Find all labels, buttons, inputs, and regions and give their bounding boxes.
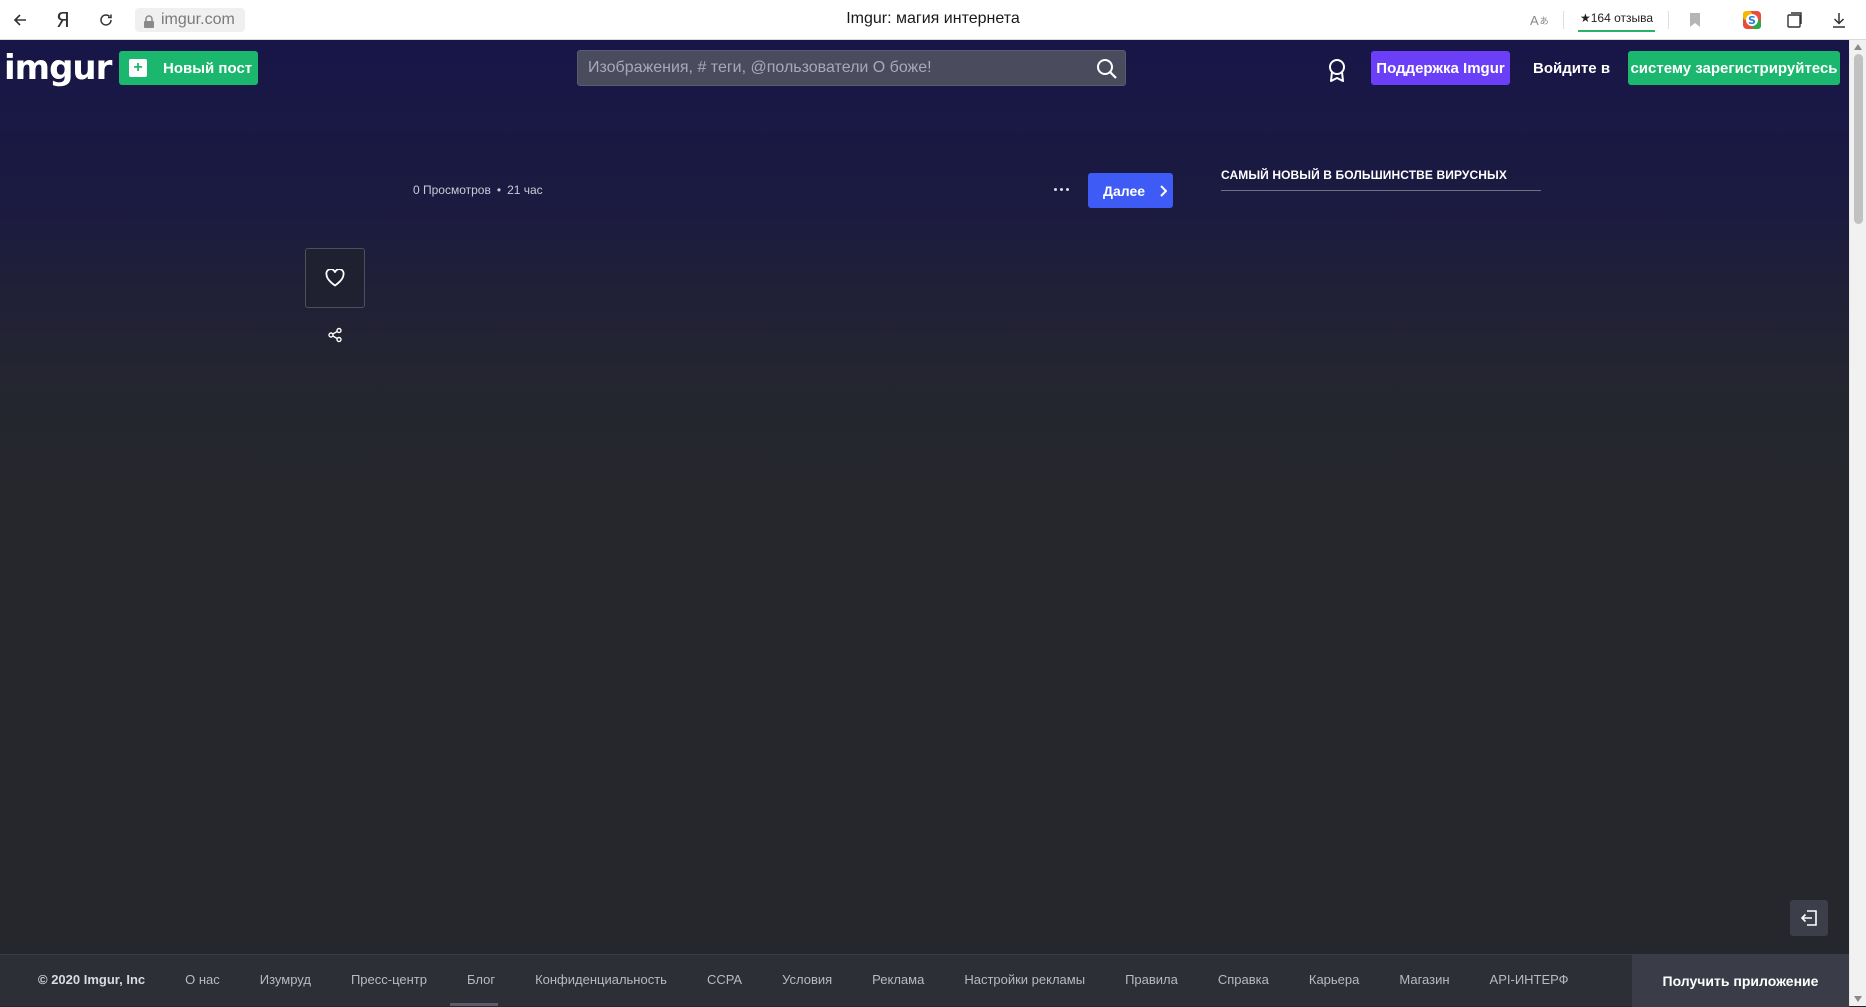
get-app-button[interactable]: Получить приложение: [1632, 955, 1849, 1007]
search-input[interactable]: [578, 51, 1078, 85]
footer-link-about[interactable]: О нас: [185, 972, 220, 987]
support-imgur-button[interactable]: Поддержка Imgur: [1371, 51, 1510, 85]
lock-icon: [143, 13, 155, 37]
svg-text:S: S: [1748, 14, 1756, 27]
footer-link-help[interactable]: Справка: [1218, 972, 1269, 987]
reload-icon[interactable]: [94, 8, 118, 32]
footer-link-privacy[interactable]: Конфиденциальность: [535, 972, 667, 987]
meta-separator: •: [496, 183, 502, 197]
next-label: Далее: [1103, 182, 1146, 199]
exit-icon[interactable]: [1790, 900, 1828, 936]
footer-link-api[interactable]: API-ИНТЕРФ: [1490, 972, 1569, 987]
address-bar[interactable]: imgur.com: [135, 8, 245, 32]
sidebar-title: САМЫЙ НОВЫЙ В БОЛЬШИНСТВЕ ВИРУСНЫХ: [1221, 168, 1541, 191]
scroll-up-arrow-icon[interactable]: [1854, 44, 1862, 50]
footer-link-ccpa[interactable]: CCPA: [707, 972, 742, 987]
login-link[interactable]: Войдите в: [1533, 60, 1610, 77]
footer-link-ads[interactable]: Реклама: [872, 972, 924, 987]
footer-link-blog[interactable]: Блог: [467, 972, 495, 987]
back-arrow-icon[interactable]: [8, 8, 32, 32]
favorite-button[interactable]: [305, 248, 365, 308]
footer-link-store[interactable]: Магазин: [1399, 972, 1449, 987]
heart-icon: [325, 269, 345, 287]
bookmark-icon[interactable]: [1688, 8, 1702, 32]
register-button[interactable]: систему зарегистрируйтесь: [1628, 51, 1840, 85]
post-time: 21 час: [507, 183, 543, 197]
imgur-logo[interactable]: imgur: [4, 48, 112, 88]
footer-copyright: © 2020 Imgur, Inc: [38, 972, 146, 987]
page-scrollbar[interactable]: [1849, 40, 1866, 1006]
footer-link-rules[interactable]: Правила: [1125, 972, 1178, 987]
scrollbar-thumb[interactable]: [1854, 54, 1863, 224]
views-count: 0 Просмотров: [413, 183, 491, 197]
footer-links: © 2020 Imgur, Inc О нас Изумруд Пресс-це…: [38, 972, 1610, 987]
toolbar-divider: [1563, 11, 1564, 29]
reviews-badge[interactable]: ★164 отзыва: [1578, 6, 1656, 32]
site-footer: © 2020 Imgur, Inc О нас Изумруд Пресс-це…: [0, 954, 1849, 1007]
browser-toolbar: Я imgur.com Imgur: магия интернета Aあ ★1…: [0, 0, 1866, 40]
address-text: imgur.com: [161, 11, 235, 28]
footer-link-press[interactable]: Пресс-центр: [351, 972, 427, 987]
footer-link-terms[interactable]: Условия: [782, 972, 832, 987]
extension-s-icon[interactable]: S: [1742, 8, 1762, 32]
plus-icon: +: [129, 59, 147, 77]
chevron-right-icon: [1160, 184, 1168, 197]
toolbar-divider: [1668, 11, 1669, 29]
translate-label: A: [1530, 12, 1539, 28]
footer-link-careers[interactable]: Карьера: [1309, 972, 1360, 987]
translate-icon[interactable]: Aあ: [1530, 8, 1549, 32]
download-icon[interactable]: [1831, 8, 1847, 32]
collections-icon[interactable]: [1786, 8, 1804, 32]
post-meta: 0 Просмотров • 21 час: [413, 183, 543, 197]
footer-link-ad-settings[interactable]: Настройки рекламы: [964, 972, 1085, 987]
share-icon[interactable]: [323, 323, 347, 347]
footer-link-emerald[interactable]: Изумруд: [260, 972, 311, 987]
new-post-button[interactable]: + Новый пост: [119, 51, 258, 85]
next-post-button[interactable]: Далее: [1088, 173, 1173, 208]
yandex-home-button[interactable]: Я: [51, 8, 75, 32]
search-icon[interactable]: [1095, 57, 1119, 86]
search-box[interactable]: [577, 50, 1126, 86]
new-post-label: Новый пост: [163, 59, 253, 77]
imgur-page: imgur + Новый пост Поддержка Imgur Войди…: [0, 40, 1849, 954]
more-options-icon[interactable]: [1049, 177, 1073, 201]
scroll-down-arrow-icon[interactable]: [1854, 996, 1862, 1002]
award-ribbon-icon[interactable]: [1326, 58, 1348, 87]
